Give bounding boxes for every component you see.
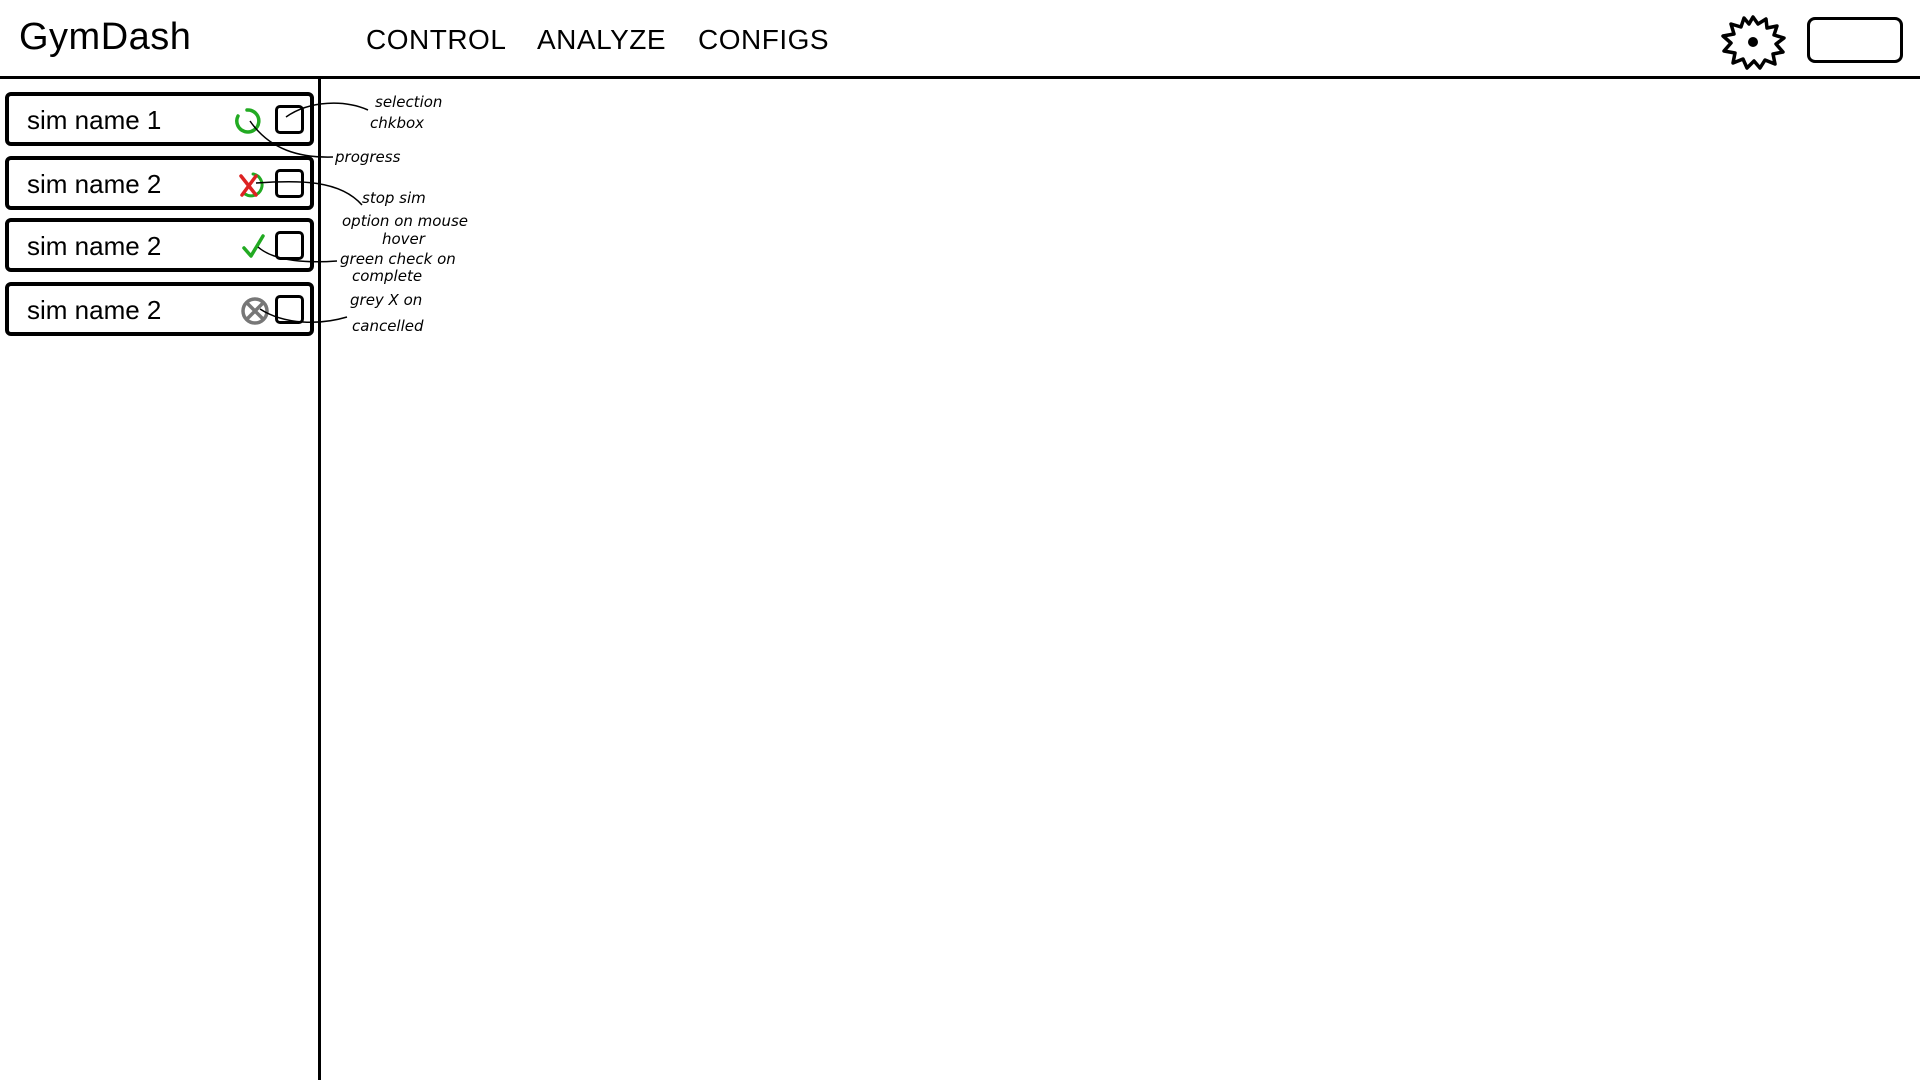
selection-checkbox[interactable] bbox=[275, 295, 304, 324]
sim-list-item[interactable]: sim name 2 bbox=[5, 218, 314, 272]
sim-name-label: sim name 2 bbox=[27, 295, 162, 325]
annotation-selection-line1: selection bbox=[375, 93, 442, 111]
sim-list-item[interactable]: sim name 2 bbox=[5, 156, 314, 210]
annotation-cancelled-line2: cancelled bbox=[352, 317, 424, 335]
annotation-selection-line2: chkbox bbox=[370, 114, 424, 132]
stop-x-icon[interactable] bbox=[236, 170, 266, 200]
sim-list-item[interactable]: sim name 1 bbox=[5, 92, 314, 146]
annotation-stop-line3: hover bbox=[382, 230, 426, 248]
app-title: GymDash bbox=[19, 16, 192, 58]
annotation-complete-line2: complete bbox=[352, 267, 422, 285]
tab-analyze[interactable]: ANALYZE bbox=[537, 24, 666, 56]
selection-checkbox[interactable] bbox=[275, 231, 304, 260]
annotation-cancelled-line1: grey X on bbox=[350, 291, 422, 309]
annotation-complete-line1: green check on bbox=[340, 250, 456, 268]
selection-checkbox[interactable] bbox=[275, 169, 304, 198]
sidebar-divider bbox=[318, 79, 321, 1080]
check-icon bbox=[242, 234, 265, 258]
tab-configs[interactable]: CONFIGS bbox=[698, 24, 829, 56]
selection-checkbox[interactable] bbox=[275, 105, 304, 134]
sim-name-label: sim name 2 bbox=[27, 169, 162, 199]
tab-control[interactable]: CONTROL bbox=[366, 24, 506, 56]
gear-icon[interactable] bbox=[1720, 14, 1786, 70]
sim-name-label: sim name 2 bbox=[27, 231, 162, 261]
header-action-button[interactable] bbox=[1807, 17, 1903, 63]
progress-spinner-icon bbox=[235, 108, 261, 134]
sim-list-item[interactable]: sim name 2 bbox=[5, 282, 314, 336]
cancelled-x-icon bbox=[241, 297, 269, 325]
annotation-stop-line1: stop sim bbox=[362, 189, 426, 207]
header-bar: GymDash CONTROL ANALYZE CONFIGS bbox=[0, 0, 1920, 79]
annotation-stop-line2: option on mouse bbox=[342, 212, 468, 230]
annotation-progress: progress bbox=[334, 148, 401, 166]
sim-name-label: sim name 1 bbox=[27, 105, 162, 135]
